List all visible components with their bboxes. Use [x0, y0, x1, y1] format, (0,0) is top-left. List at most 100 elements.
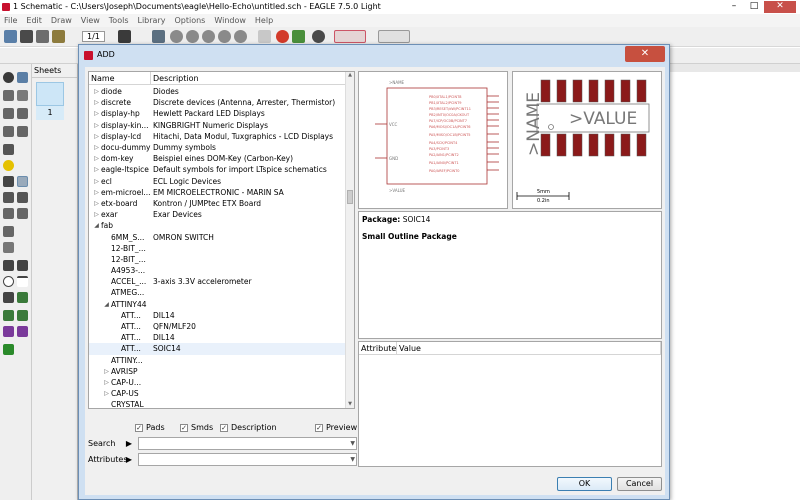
stop-icon[interactable]	[276, 30, 289, 43]
preview-checkbox[interactable]: ✓ Preview	[315, 423, 357, 432]
tree-row[interactable]: ▷ ecl ECL Logic Devices	[89, 176, 347, 187]
tree-row[interactable]: ▷ exar Exar Devices	[89, 209, 347, 220]
tree-row[interactable]: ◢ ATTINY44	[89, 299, 347, 310]
expand-arrow-icon[interactable]: ▷	[92, 211, 101, 218]
tree-row[interactable]: ▷ AVRISP	[89, 366, 347, 377]
menu-view[interactable]: View	[81, 14, 109, 27]
smds-checkbox[interactable]: ✓ Smds	[180, 423, 213, 432]
tree-row[interactable]: A4953-...	[89, 265, 347, 276]
zoom-last-icon[interactable]	[234, 30, 247, 43]
tree-row[interactable]: ◢ fab	[89, 220, 347, 231]
mirror-icon[interactable]	[3, 126, 14, 137]
tree-row[interactable]: ▷ display-lcd Hitachi, Data Modul, Tuxgrap…	[89, 131, 347, 142]
tree-row[interactable]: ▷ em-microel... EM MICROELECTRONIC - MARIN…	[89, 187, 347, 198]
zoom-fit-icon[interactable]	[170, 30, 183, 43]
menu-edit[interactable]: Edit	[26, 14, 51, 27]
expand-arrow-icon[interactable]: ◢	[102, 301, 111, 308]
tree-row[interactable]: CRYSTAL	[89, 399, 347, 408]
smash-icon[interactable]	[3, 226, 14, 237]
help-icon[interactable]	[312, 30, 325, 43]
change-icon[interactable]	[3, 160, 14, 171]
undo-icon[interactable]	[258, 30, 271, 43]
sheet-number[interactable]: 1	[36, 106, 64, 120]
bus-icon[interactable]	[17, 292, 28, 303]
design-link-icon[interactable]	[334, 30, 366, 43]
menu-draw[interactable]: Draw	[51, 14, 81, 27]
circle-icon[interactable]	[3, 276, 14, 287]
show-icon[interactable]	[17, 72, 28, 83]
split-icon[interactable]	[3, 242, 14, 253]
search-input[interactable]: ▼	[138, 437, 357, 450]
tree-row[interactable]: ▷ dom-key Beispiel eines DOM-Key (Carbon-K…	[89, 153, 347, 164]
tree-row[interactable]: ▷ CAP-U...	[89, 377, 347, 388]
tree-row[interactable]: ▷ diode Diodes	[89, 86, 347, 97]
description-checkbox[interactable]: ✓ Description	[220, 423, 277, 432]
ltc-spice-icon[interactable]	[378, 30, 410, 43]
tree-row[interactable]: ATMEG...	[89, 287, 347, 298]
grid-icon[interactable]	[118, 30, 131, 43]
zoom-select[interactable]: 1/1	[82, 31, 105, 42]
menu-file[interactable]: File	[4, 14, 26, 27]
expand-arrow-icon[interactable]: ▷	[92, 155, 101, 162]
save-icon[interactable]	[20, 30, 33, 43]
tree-row[interactable]: ▷ display-hp Hewlett Packard LED Displays	[89, 108, 347, 119]
pads-checkbox[interactable]: ✓ Pads	[135, 423, 165, 432]
group-icon[interactable]	[3, 144, 14, 155]
tree-row[interactable]: ▷ discrete Discrete devices (Antenna, Arre…	[89, 97, 347, 108]
arc-icon[interactable]	[17, 276, 28, 287]
add-icon[interactable]	[17, 176, 28, 187]
text-icon[interactable]	[17, 260, 28, 271]
delete-icon[interactable]	[3, 176, 14, 187]
tree-row[interactable]: ATT... DIL14	[89, 332, 347, 343]
dropdown-arrow-icon[interactable]: ▼	[350, 456, 355, 463]
scroll-up-icon[interactable]: ▲	[346, 72, 354, 81]
expand-arrow-icon[interactable]: ▷	[92, 189, 101, 196]
zoom-in-icon[interactable]	[186, 30, 199, 43]
rotate-icon[interactable]	[17, 126, 28, 137]
display-icon[interactable]	[3, 90, 14, 101]
tree-row[interactable]: ATT... SOIC14	[89, 343, 347, 355]
rect-icon[interactable]	[3, 292, 14, 303]
tree-row[interactable]: ▷ docu-dummy Dummy symbols	[89, 142, 347, 153]
info-icon[interactable]	[3, 72, 14, 83]
label-icon[interactable]	[3, 326, 14, 337]
tree-row[interactable]: ATTINY...	[89, 355, 347, 366]
tree-row[interactable]: ▷ display-kin... KINGBRIGHT Numeric Displa…	[89, 120, 347, 131]
expand-arrow-icon[interactable]: ▷	[92, 178, 101, 185]
cancel-button[interactable]: Cancel	[617, 477, 662, 491]
search-go-icon[interactable]: ▶	[124, 439, 134, 449]
column-header-attribute[interactable]: Attribute	[359, 342, 397, 355]
mark-icon[interactable]	[17, 90, 28, 101]
move-icon[interactable]	[3, 108, 14, 119]
scroll-down-icon[interactable]: ▼	[346, 401, 354, 408]
wire-icon[interactable]	[3, 260, 14, 271]
menu-library[interactable]: Library	[138, 14, 175, 27]
expand-arrow-icon[interactable]: ▷	[92, 144, 101, 151]
scroll-thumb[interactable]	[347, 190, 353, 204]
copy-icon[interactable]	[17, 108, 28, 119]
tree-row[interactable]: 12-BIT_...	[89, 243, 347, 254]
tree-scrollbar[interactable]: ▲ ▼	[345, 72, 354, 408]
layer-icon[interactable]	[152, 30, 165, 43]
expand-arrow-icon[interactable]: ▷	[92, 166, 101, 173]
expand-arrow-icon[interactable]: ▷	[92, 122, 101, 129]
go-icon[interactable]	[292, 30, 305, 43]
dialog-close-button[interactable]: ✕	[625, 46, 665, 62]
tree-row[interactable]: 6MM_S... OMRON SWITCH	[89, 231, 347, 242]
pinswap-icon[interactable]	[3, 192, 14, 203]
tree-row[interactable]: ▷ etx-board Kontron / JUMPtec ETX Board	[89, 198, 347, 209]
open-icon[interactable]	[4, 30, 17, 43]
menu-tools[interactable]: Tools	[109, 14, 138, 27]
zoom-select-icon[interactable]	[218, 30, 231, 43]
tree-row[interactable]: ▷ eagle-ltspice Default symbols for import…	[89, 164, 347, 175]
maximize-button[interactable]: □	[744, 1, 764, 13]
expand-arrow-icon[interactable]: ▷	[102, 390, 111, 397]
attributes-go-icon[interactable]: ▶	[124, 455, 134, 465]
erc-icon[interactable]	[3, 344, 14, 355]
dropdown-arrow-icon[interactable]: ▼	[350, 440, 355, 447]
menu-options[interactable]: Options	[174, 14, 214, 27]
junction-icon[interactable]	[17, 310, 28, 321]
expand-arrow-icon[interactable]: ▷	[102, 379, 111, 386]
tree-row[interactable]: ACCEL_... 3-axis 3.3V accelerometer	[89, 276, 347, 287]
value-icon[interactable]	[17, 208, 28, 219]
